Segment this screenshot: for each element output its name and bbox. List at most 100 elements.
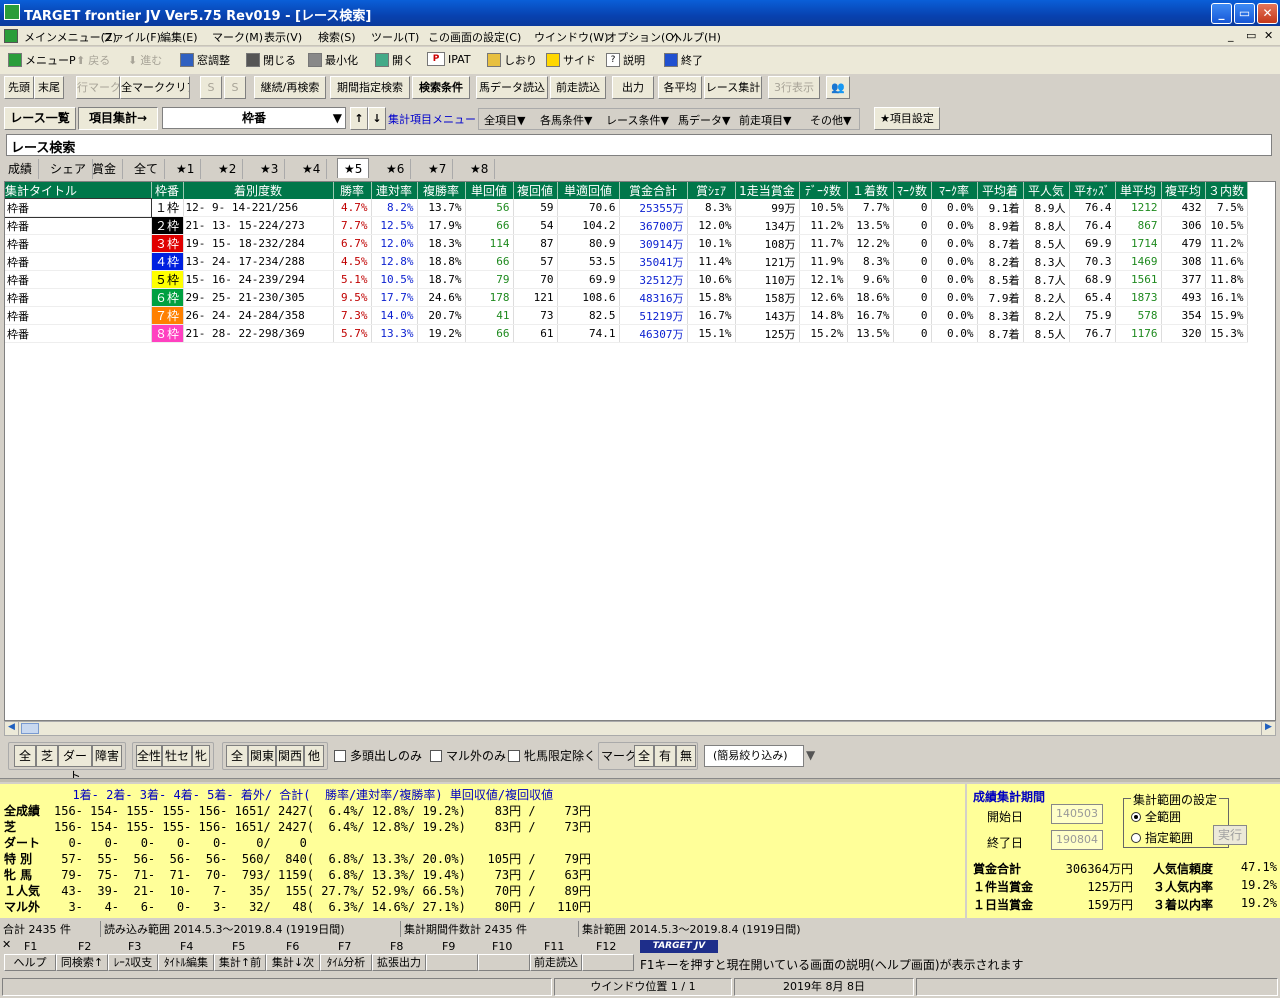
tab-results[interactable]: 成績 [2, 159, 40, 179]
mdi-minimize-icon[interactable]: _ [1228, 29, 1234, 42]
row-mark-button[interactable]: 行マーク [76, 76, 120, 99]
column-header[interactable]: 枠番 [151, 182, 184, 199]
fkey-button[interactable]: ﾀｲﾑ分析 [320, 954, 372, 971]
table-row[interactable]: 枠番 ７枠 26- 24- 24-284/358 7.3% 14.0% 20.7% 41 73… [5, 306, 1248, 325]
region-other-button[interactable]: 他 [304, 745, 324, 767]
horse-condition-menu[interactable]: 各馬条件▼ [540, 112, 592, 128]
prev-race-load-button[interactable]: 前走読込 [550, 76, 606, 99]
fkey-button[interactable] [582, 954, 634, 971]
menu-help[interactable]: ヘルプ(H) [671, 29, 721, 45]
close-icon[interactable]: ✕ [1257, 3, 1278, 24]
column-header[interactable]: ﾏｰｸ数 [893, 182, 932, 199]
minimize-icon[interactable]: _ [1211, 3, 1232, 24]
table-row[interactable]: 枠番 ８枠 21- 28- 22-298/369 5.7% 13.3% 19.2% 66 61… [5, 324, 1248, 343]
fkey-button[interactable]: 前走読込 [530, 954, 582, 971]
three-row-button[interactable]: 3行表示 [768, 76, 820, 99]
table-row[interactable]: 枠番 ３枠 19- 15- 18-232/284 6.7% 12.0% 18.3% 114 8… [5, 234, 1248, 253]
region-all-button[interactable]: 全 [226, 745, 248, 767]
other-menu[interactable]: その他▼ [810, 112, 851, 128]
period-search-button[interactable]: 期間指定検索 [330, 76, 410, 99]
chevron-down-icon[interactable]: ▼ [806, 748, 815, 762]
horse-data-menu[interactable]: 馬データ▼ [678, 112, 730, 128]
fkey-button[interactable]: 集計↑前 [214, 954, 266, 971]
column-header[interactable]: 勝率 [333, 182, 372, 199]
menu-search[interactable]: 検索(S) [318, 29, 356, 45]
track-all-button[interactable]: 全 [14, 745, 36, 767]
column-header[interactable]: 着別度数 [183, 182, 334, 199]
track-dirt-button[interactable]: ダート [58, 745, 92, 783]
column-header[interactable]: １着数 [847, 182, 894, 199]
average-button[interactable]: 各平均 [658, 76, 702, 99]
column-header[interactable]: 単平均 [1115, 182, 1162, 199]
table-row[interactable]: 枠番 ６枠 29- 25- 21-230/305 9.5% 17.7% 24.6% 178 1… [5, 288, 1248, 307]
results-grid[interactable]: 集計タイトル 枠番 着別度数 勝率 連対率 複勝率 単回値 複回値 単適回値 賞金合計 賞ｼｪｱ 1走… [4, 181, 1276, 721]
tab-star8[interactable]: ★8 [464, 159, 496, 179]
menu-options[interactable]: オプション(O) [606, 29, 678, 45]
fkey-button[interactable]: ヘルプ [4, 954, 56, 971]
mdi-close-icon[interactable]: ✕ [1264, 29, 1273, 42]
column-header[interactable]: 集計タイトル [5, 182, 152, 199]
fkey-button[interactable]: ﾀｲﾄﾙ編集 [158, 954, 214, 971]
toolbar-menu-p[interactable]: メニューP [8, 52, 76, 68]
track-turf-button[interactable]: 芝 [36, 745, 58, 767]
column-header[interactable]: ﾃﾞｰﾀ数 [799, 182, 848, 199]
tab-all[interactable]: 全て [128, 159, 166, 179]
item-total-button[interactable]: 項目集計→ [78, 107, 158, 130]
column-header[interactable]: ﾏｰｸ率 [931, 182, 978, 199]
mark-yes-button[interactable]: 有 [654, 745, 676, 767]
scroll-left-icon[interactable]: ◀ [5, 722, 19, 735]
sort-up-button[interactable]: ↑ [350, 107, 368, 130]
fkey-button[interactable]: 拡張出力 [372, 954, 426, 971]
menu-edit[interactable]: 編集(E) [160, 29, 198, 45]
sex-male-button[interactable]: 牡セ [162, 745, 192, 767]
simple-filter-combo[interactable]: (簡易絞り込み) [704, 745, 804, 767]
race-list-button[interactable]: レース一覧 [4, 107, 76, 130]
menu-file[interactable]: ファイル(F) [102, 29, 161, 45]
fkey-button[interactable]: ﾚｰｽ収支 [108, 954, 158, 971]
column-header[interactable]: 複平均 [1161, 182, 1206, 199]
menu-window[interactable]: ウインドウ(W) [534, 29, 608, 45]
fkey-button[interactable] [478, 954, 530, 971]
table-row[interactable]: 枠番 ２枠 21- 13- 15-224/273 7.7% 12.5% 17.9% 66 54… [5, 216, 1248, 235]
sex-all-button[interactable]: 全性 [136, 745, 162, 767]
person-icon[interactable]: 👥 [826, 76, 850, 99]
fkey-button[interactable] [426, 954, 478, 971]
tab-star3[interactable]: ★3 [254, 159, 286, 179]
region-kansai-button[interactable]: 関西 [276, 745, 304, 767]
menu-screen-settings[interactable]: この画面の設定(C) [428, 29, 521, 45]
item-combo[interactable]: 枠番 ▼ [162, 107, 346, 129]
exclude-female-only-checkbox[interactable]: 牝馬限定除く [508, 747, 596, 764]
mdi-restore-icon[interactable]: ▭ [1246, 29, 1256, 42]
menu-mark[interactable]: マーク(M) [212, 29, 263, 45]
start-date-field[interactable]: 140503 [1051, 804, 1103, 824]
horizontal-scrollbar[interactable]: ◀ ▶ [4, 721, 1276, 736]
toolbar-exit[interactable]: 終了 [664, 52, 703, 68]
column-header[interactable]: 平ｵｯｽﾞ [1069, 182, 1116, 199]
tab-star2[interactable]: ★2 [212, 159, 244, 179]
table-row[interactable]: 枠番 ５枠 15- 16- 24-239/294 5.1% 10.5% 18.7% 79 70… [5, 270, 1248, 289]
tab-star7[interactable]: ★7 [422, 159, 454, 179]
menu-tools[interactable]: ツール(T) [371, 29, 419, 45]
s-button-1[interactable]: S [200, 76, 222, 99]
column-header[interactable]: 平均着 [977, 182, 1024, 199]
fkey-close-icon[interactable]: ✕ [2, 938, 11, 951]
sort-down-button[interactable]: ↓ [368, 107, 386, 130]
splitter[interactable] [0, 778, 1280, 782]
maximize-icon[interactable]: ▭ [1234, 3, 1255, 24]
tab-star4[interactable]: ★4 [296, 159, 328, 179]
head-button[interactable]: 先頭 [4, 76, 34, 99]
mdi-app-icon[interactable] [4, 29, 18, 43]
tail-button[interactable]: 末尾 [34, 76, 64, 99]
all-items-menu[interactable]: 全項目▼ [484, 112, 525, 128]
column-header[interactable]: 単適回値 [557, 182, 620, 199]
table-row[interactable]: 枠番 １枠 12- 9- 14-221/256 4.7% 8.2% 13.7% 56 59 70… [5, 198, 1248, 218]
maru-only-checkbox[interactable]: マル外のみ [430, 747, 506, 764]
tab-star6[interactable]: ★6 [380, 159, 412, 179]
range-all-radio[interactable]: 全範囲 [1131, 808, 1181, 825]
mark-no-button[interactable]: 無 [676, 745, 696, 767]
output-button[interactable]: 出力 [612, 76, 654, 99]
toolbar-bookmark[interactable]: しおり [487, 52, 537, 68]
column-header[interactable]: 1走当賞金 [735, 182, 800, 199]
mark-all-button[interactable]: 全 [634, 745, 654, 767]
race-condition-menu[interactable]: レース条件▼ [606, 112, 669, 128]
